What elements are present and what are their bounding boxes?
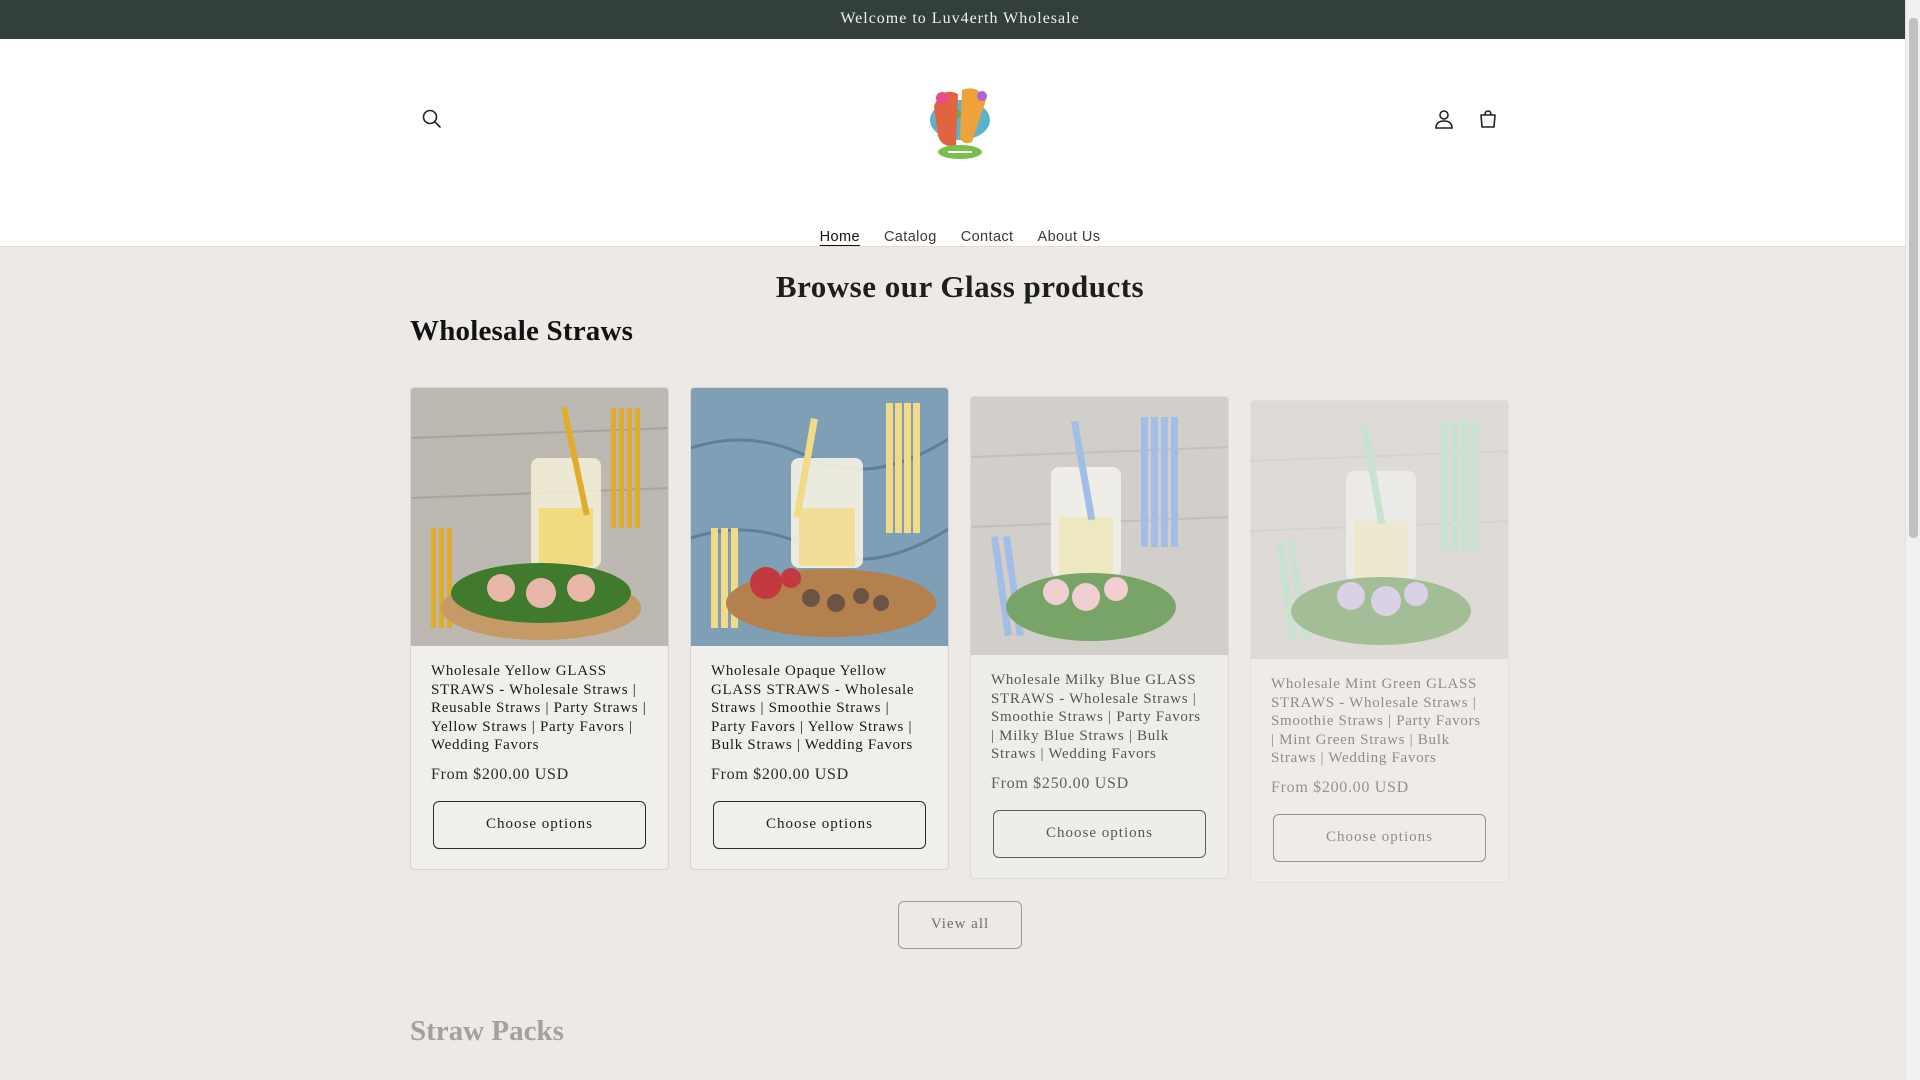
product-card[interactable]: Wholesale Milky Blue GLASS STRAWS - Whol… — [970, 396, 1229, 879]
product-photo-icon — [1251, 401, 1508, 659]
product-image[interactable] — [691, 388, 948, 646]
logo-icon — [930, 88, 990, 159]
product-price: From $250.00 USD — [991, 774, 1129, 792]
store-logo[interactable] — [912, 76, 1008, 164]
product-price: From $200.00 USD — [431, 765, 569, 783]
product-grid: Wholesale Yellow GLASS STRAWS - Wholesal… — [410, 387, 1510, 883]
header-inner: Home Catalog Contact About Us — [410, 39, 1510, 246]
product-card-body: Wholesale Yellow GLASS STRAWS - Wholesal… — [411, 646, 668, 869]
product-photo-icon — [971, 397, 1228, 655]
straw-packs-title: Straw Packs — [410, 1014, 564, 1047]
nav-about-us[interactable]: About Us — [1026, 223, 1113, 251]
product-title[interactable]: Wholesale Milky Blue GLASS STRAWS - Whol… — [991, 671, 1208, 764]
product-card-body: Wholesale Opaque Yellow GLASS STRAWS - W… — [691, 646, 948, 869]
product-title[interactable]: Wholesale Opaque Yellow GLASS STRAWS - W… — [711, 662, 928, 755]
choose-options-button[interactable]: Choose options — [1273, 813, 1486, 862]
product-card[interactable]: Wholesale Yellow GLASS STRAWS - Wholesal… — [410, 387, 669, 870]
page-scrollbar[interactable] — [1905, 0, 1920, 1080]
product-photo-icon — [411, 388, 668, 646]
main-nav: Home Catalog Contact About Us — [410, 223, 1510, 251]
choose-options-button[interactable]: Choose options — [993, 809, 1206, 858]
product-card-body: Wholesale Milky Blue GLASS STRAWS - Whol… — [971, 655, 1228, 878]
cart-button[interactable] — [1466, 97, 1510, 141]
product-price: From $200.00 USD — [711, 765, 849, 783]
nav-home[interactable]: Home — [808, 223, 872, 251]
product-image[interactable] — [971, 397, 1228, 655]
announcement-text: Welcome to Luv4erth Wholesale — [840, 10, 1080, 27]
account-button[interactable] — [1422, 97, 1466, 141]
nav-catalog[interactable]: Catalog — [872, 223, 949, 251]
nav-contact[interactable]: Contact — [949, 223, 1026, 251]
product-image[interactable] — [411, 388, 668, 646]
announcement-bar: Welcome to Luv4erth Wholesale — [0, 0, 1920, 39]
view-all-button[interactable]: View all — [898, 900, 1022, 949]
product-title[interactable]: Wholesale Yellow GLASS STRAWS - Wholesal… — [431, 662, 648, 755]
product-price: From $200.00 USD — [1271, 778, 1409, 796]
product-photo-icon — [691, 388, 948, 646]
site-header: Home Catalog Contact About Us — [0, 39, 1920, 247]
search-button[interactable] — [410, 97, 454, 141]
search-icon — [422, 109, 441, 128]
scrollbar-thumb[interactable] — [1909, 18, 1918, 538]
browse-title: Browse our Glass products — [775, 269, 1145, 304]
choose-options-button[interactable]: Choose options — [713, 800, 926, 849]
cart-icon — [1480, 110, 1496, 128]
product-card[interactable]: Wholesale Opaque Yellow GLASS STRAWS - W… — [690, 387, 949, 870]
account-icon — [1435, 110, 1453, 129]
product-title[interactable]: Wholesale Mint Green GLASS STRAWS - Whol… — [1271, 675, 1488, 768]
product-image[interactable] — [1251, 401, 1508, 659]
main-content: Browse our Glass products Wholesale Stra… — [0, 269, 1920, 1048]
section-title: Wholesale Straws — [410, 315, 634, 347]
product-card[interactable]: Wholesale Mint Green GLASS STRAWS - Whol… — [1250, 400, 1509, 883]
choose-options-button[interactable]: Choose options — [433, 800, 646, 849]
product-card-body: Wholesale Mint Green GLASS STRAWS - Whol… — [1251, 659, 1508, 882]
